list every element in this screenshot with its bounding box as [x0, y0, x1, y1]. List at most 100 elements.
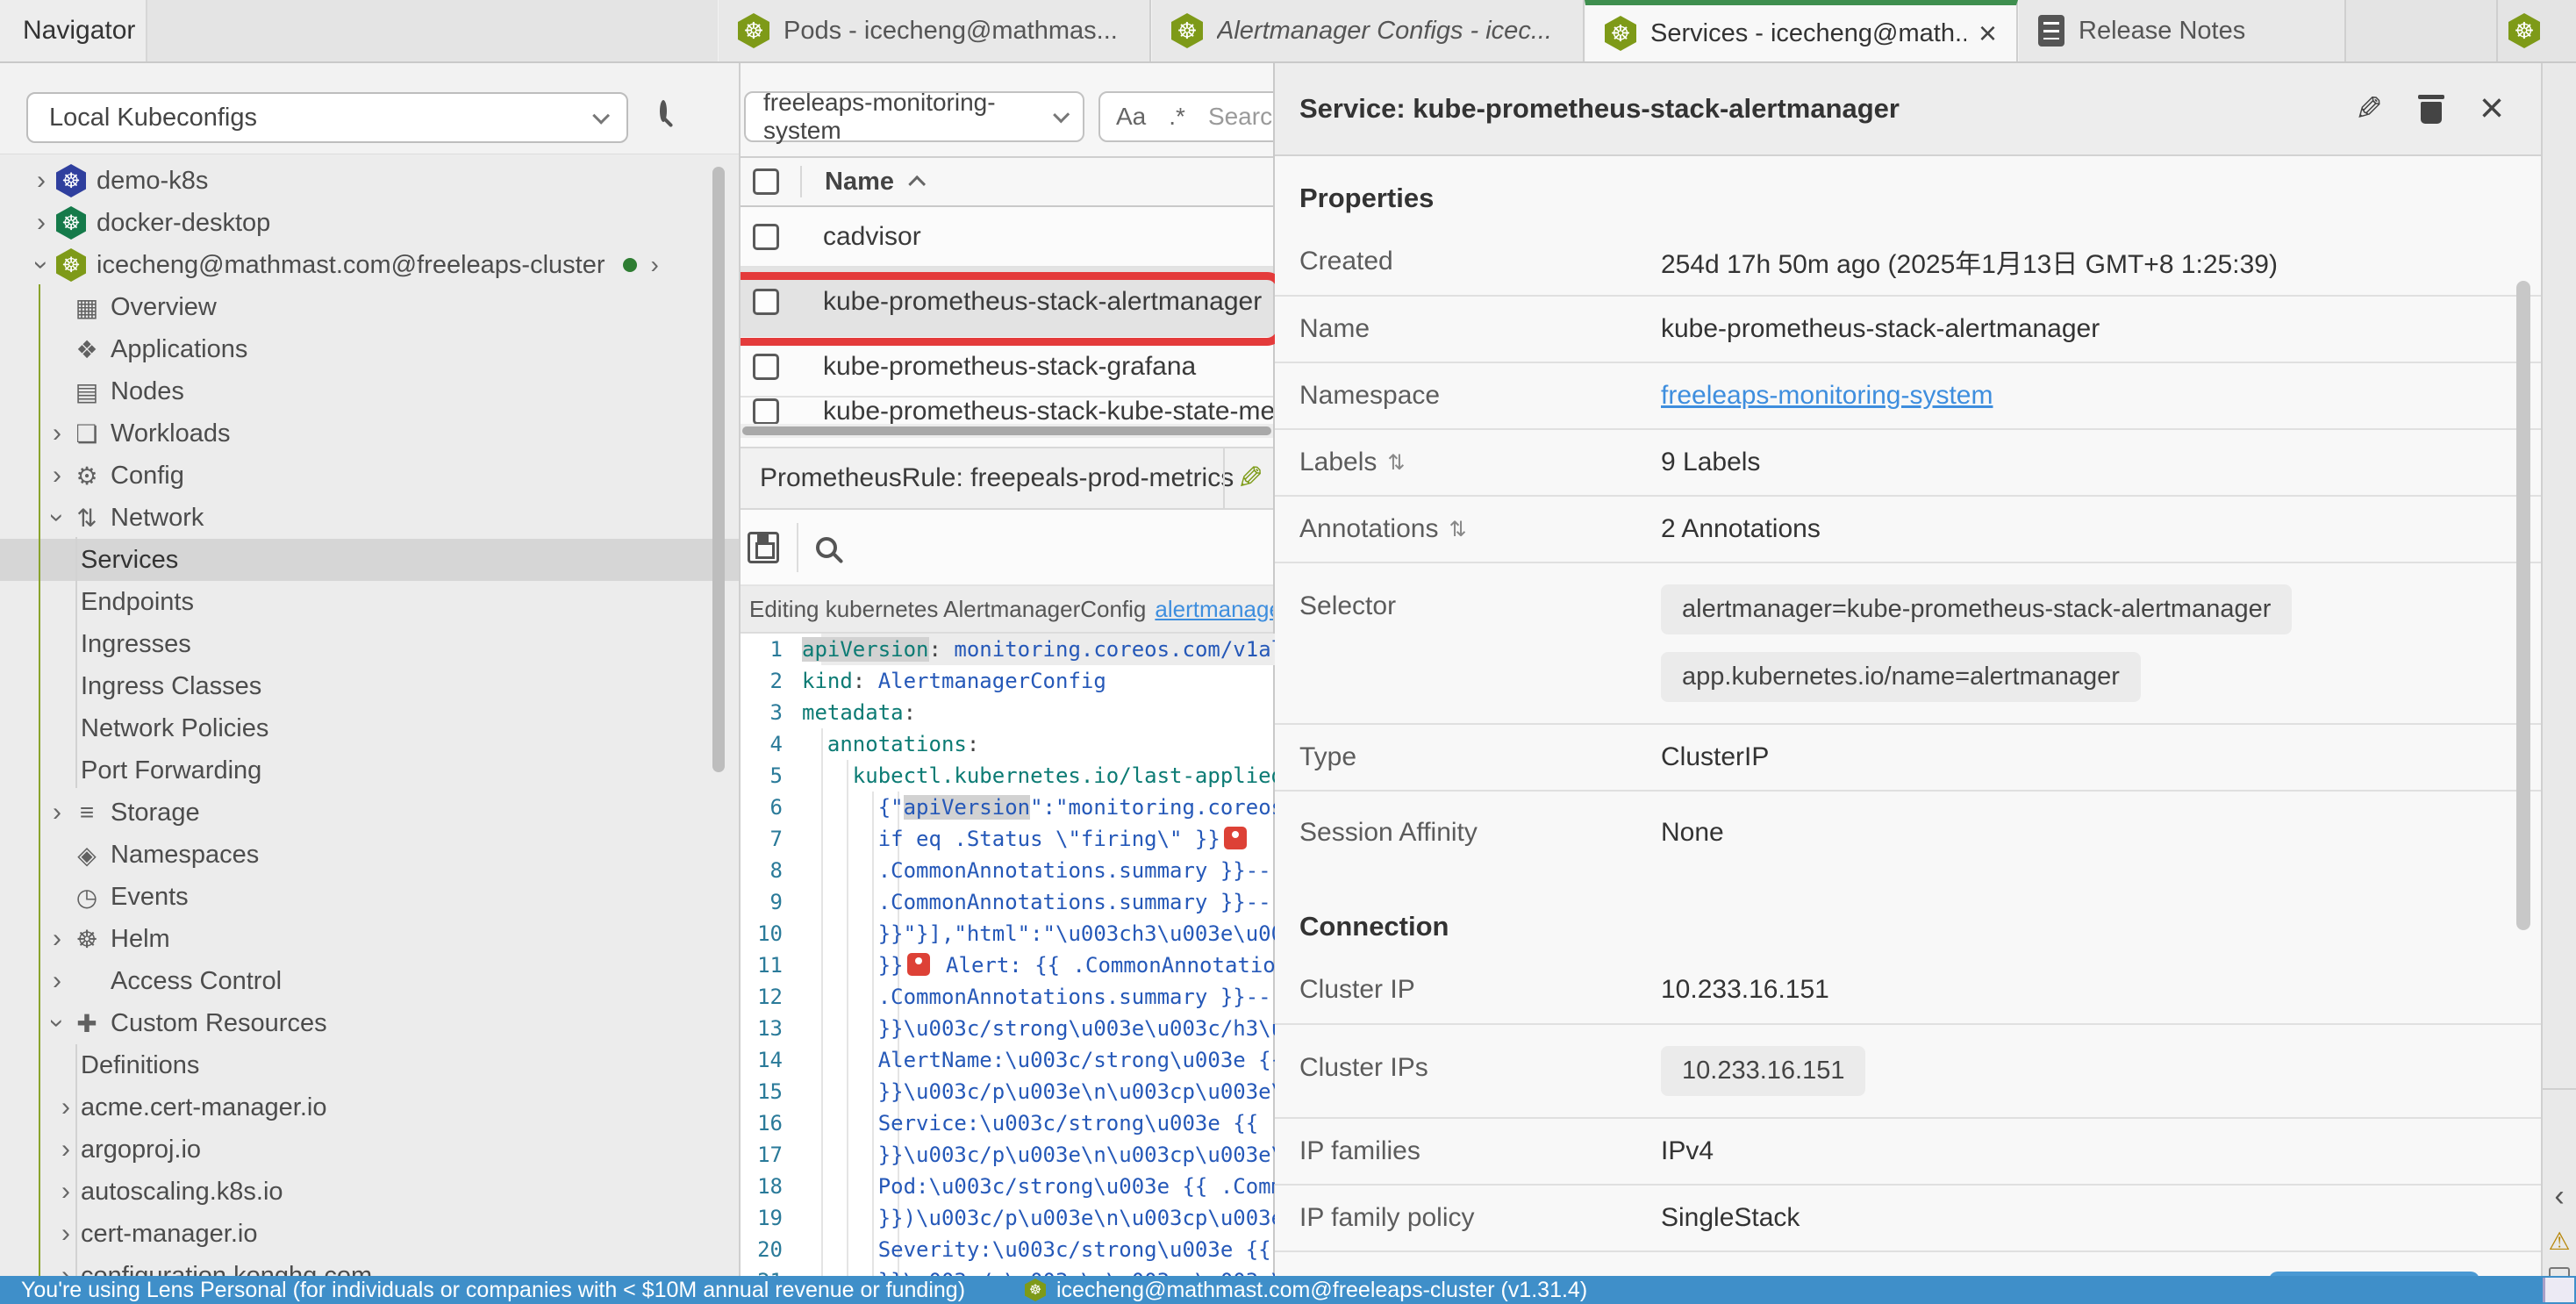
sidebar-item-namespaces[interactable]: ◈Namespaces — [0, 834, 739, 876]
table-row-kube-prometheus-stack-grafana[interactable]: kube-prometheus-stack-grafana — [741, 337, 1275, 398]
tab-release-notes[interactable]: Release Notes — [2018, 0, 2346, 61]
code-line-15[interactable]: 15 }}\u003c/p\u003e\n\u003cp\u003e\u003c… — [741, 1076, 1275, 1107]
code-line-6[interactable]: 6 {"apiVersion":"monitoring.coreos.com/v… — [741, 792, 1275, 823]
chevron-right-icon[interactable]: › — [42, 966, 72, 996]
code-line-4[interactable]: 4 annotations: — [741, 728, 1275, 760]
sidebar-item-acme-cert-manager-io[interactable]: ›acme.cert-manager.io — [0, 1086, 739, 1128]
sidebar-item-access-control[interactable]: ›Access Control — [0, 960, 739, 1002]
sidebar-item-overview[interactable]: ▦Overview — [0, 286, 739, 328]
code-line-14[interactable]: 14 AlertName:\u003c/strong\u003e {{ .Ale… — [741, 1044, 1275, 1076]
sidebar-item-workloads[interactable]: ›❏Workloads — [0, 412, 739, 455]
row-checkbox[interactable] — [753, 289, 779, 315]
code-line-21[interactable]: 21 }}\u003c/p\u003e\n\u003cp\u003e\u003c… — [741, 1265, 1275, 1276]
chevron-left-icon[interactable]: ‹ — [2543, 1179, 2576, 1214]
code-line-19[interactable]: 19 }})\u003c/p\u003e\n\u003cp\u003e\u003… — [741, 1202, 1275, 1234]
chevron-right-icon[interactable]: › — [26, 208, 56, 238]
chevron-right-icon[interactable]: › — [42, 798, 72, 828]
code-line-17[interactable]: 17 }}\u003c/p\u003e\n\u003cp\u003e\u003c… — [741, 1139, 1275, 1171]
namespace-select[interactable]: freeleaps-monitoring-system — [744, 91, 1084, 142]
chevron-right-icon[interactable]: › — [42, 924, 72, 954]
active-cluster-status[interactable]: ☸ icecheng@mathmast.com@freeleaps-cluste… — [1025, 1278, 1587, 1303]
regex-icon[interactable]: .* — [1169, 103, 1185, 131]
chevron-right-icon[interactable]: › — [42, 461, 72, 491]
tab-close-icon[interactable]: × — [1966, 18, 1997, 49]
table-row-kube-prometheus-stack-kube-state-metrics[interactable]: kube-prometheus-stack-kube-state-metrics — [741, 398, 1275, 426]
sidebar-item-autoscaling-k8s-io[interactable]: ›autoscaling.k8s.io — [0, 1171, 739, 1213]
close-icon[interactable]: × — [2479, 88, 2504, 130]
sidebar-item-custom-resources[interactable]: ›✚Custom Resources — [0, 1002, 739, 1044]
chevron-down-icon[interactable]: › — [42, 1008, 72, 1038]
sidebar-item-argoproj-io[interactable]: ›argoproj.io — [0, 1128, 739, 1171]
sidebar-item-applications[interactable]: ❖Applications — [0, 328, 739, 370]
sidebar-scrollbar[interactable] — [712, 167, 725, 772]
name-column-header[interactable]: Name — [825, 168, 894, 197]
alertmanagerconfig-link[interactable]: alertmanager — [1155, 596, 1275, 623]
code-line-16[interactable]: 16 Service:\u003c/strong\u003e {{ .Commo… — [741, 1107, 1275, 1139]
tab-services-icecheng-math[interactable]: ☸Services - icecheng@math...× — [1585, 0, 2018, 61]
sidebar-item-icecheng-mathmast-com-freeleaps-cluster[interactable]: ›☸icecheng@mathmast.com@freeleaps-cluste… — [0, 244, 739, 286]
sidebar-item-nodes[interactable]: ▤Nodes — [0, 370, 739, 412]
sidebar-item-storage[interactable]: ›≡Storage — [0, 792, 739, 834]
row-checkbox[interactable] — [753, 224, 779, 250]
match-case-icon[interactable]: Aa — [1116, 103, 1146, 131]
table-row-cadvisor[interactable]: cadvisor — [741, 207, 1275, 268]
code-line-5[interactable]: 5 kubectl.kubernetes.io/last-applied-con… — [741, 760, 1275, 792]
tab-pods-icecheng-mathmas[interactable]: ☸Pods - icecheng@mathmas... — [718, 0, 1151, 61]
sidebar-item-demo-k8s[interactable]: ›☸demo-k8s — [0, 160, 739, 202]
save-icon[interactable] — [748, 532, 779, 563]
yaml-editor[interactable]: 1apiVersion: monitoring.coreos.com/v1alp… — [741, 634, 1275, 1276]
row-checkbox[interactable] — [753, 354, 779, 380]
tab-alertmanager-configs-icec[interactable]: ☸Alertmanager Configs - icec... — [1151, 0, 1585, 61]
edit-icon[interactable]: ✎ — [1237, 460, 1263, 497]
sidebar-item-definitions[interactable]: Definitions — [0, 1044, 739, 1086]
code-line-1[interactable]: 1apiVersion: monitoring.coreos.com/v1alp… — [741, 634, 1275, 665]
sidebar-item-port-forwarding[interactable]: Port Forwarding — [0, 749, 739, 792]
code-line-13[interactable]: 13 }}\u003c/strong\u003e\u003c/h3\u003e\… — [741, 1013, 1275, 1044]
sidebar-item-configuration-konghq-com[interactable]: ›configuration.konghq.com — [0, 1255, 739, 1276]
chevron-right-icon[interactable]: › — [651, 251, 659, 279]
code-line-18[interactable]: 18 Pod:\u003c/strong\u003e {{ .CommonLab… — [741, 1171, 1275, 1202]
sidebar-item-ingresses[interactable]: Ingresses — [0, 623, 739, 665]
code-line-3[interactable]: 3metadata: — [741, 697, 1275, 728]
edit-icon[interactable]: ✎ — [2355, 90, 2383, 129]
sort-toggle-icon[interactable]: ⇅ — [1449, 517, 1466, 542]
code-line-11[interactable]: 11 }} Alert: {{ .CommonAnnotations.summa… — [741, 949, 1275, 981]
sidebar-item-network-policies[interactable]: Network Policies — [0, 707, 739, 749]
chevron-right-icon[interactable]: › — [42, 419, 72, 448]
horizontal-scrollbar[interactable] — [741, 424, 1275, 438]
warning-icon[interactable]: ⚠ — [2543, 1227, 2576, 1256]
row-checkbox[interactable] — [753, 398, 779, 425]
table-row-kube-prometheus-stack-alertmanager[interactable]: kube-prometheus-stack-alertmanager — [741, 268, 1275, 337]
scrollbar-thumb[interactable] — [742, 426, 1271, 435]
statusbar-corner-widget — [2543, 1278, 2574, 1302]
delete-icon[interactable] — [2418, 92, 2444, 125]
chevron-down-icon[interactable]: › — [42, 503, 72, 533]
sidebar-item-network[interactable]: ›⇅Network — [0, 497, 739, 539]
code-line-10[interactable]: 10 }}"}],"html":"\u003ch3\u003e\u003cstr… — [741, 918, 1275, 949]
chevron-right-icon[interactable]: › — [26, 166, 56, 196]
editor-search-icon[interactable] — [816, 537, 837, 558]
sidebar-item-helm[interactable]: ›☸Helm — [0, 918, 739, 960]
code-line-7[interactable]: 7 if eq .Status \"firing\" }} — [741, 823, 1275, 855]
sidebar-item-config[interactable]: ›⚙Config — [0, 455, 739, 497]
sidebar-item-events[interactable]: ◷Events — [0, 876, 739, 918]
code-line-12[interactable]: 12 .CommonAnnotations.summary }}-- — [741, 981, 1275, 1013]
chevron-down-icon[interactable]: › — [26, 250, 56, 280]
search-icon[interactable] — [660, 104, 667, 119]
tab-partial[interactable]: ☸ — [2496, 0, 2576, 61]
select-all-checkbox[interactable] — [753, 168, 779, 195]
drawer-scrollbar[interactable] — [2516, 281, 2530, 930]
code-line-9[interactable]: 9 .CommonAnnotations.summary }}-- — [741, 886, 1275, 918]
sidebar-item-cert-manager-io[interactable]: ›cert-manager.io — [0, 1213, 739, 1255]
code-line-8[interactable]: 8 .CommonAnnotations.summary }}-- — [741, 855, 1275, 886]
sidebar-item-ingress-classes[interactable]: Ingress Classes — [0, 665, 739, 707]
sort-toggle-icon[interactable]: ⇅ — [1387, 450, 1405, 476]
sidebar-item-docker-desktop[interactable]: ›☸docker-desktop — [0, 202, 739, 244]
sidebar-item-services[interactable]: Services — [0, 539, 739, 581]
code-line-2[interactable]: 2kind: AlertmanagerConfig — [741, 665, 1275, 697]
sidebar-item-endpoints[interactable]: Endpoints — [0, 581, 739, 623]
code-line-20[interactable]: 20 Severity:\u003c/strong\u003e {{ .Comm… — [741, 1234, 1275, 1265]
namespace-link[interactable]: freeleaps-monitoring-system — [1661, 381, 1993, 411]
kubeconfig-select[interactable]: Local Kubeconfigs — [26, 92, 628, 143]
search-input[interactable]: Aa .* Search — [1098, 91, 1275, 142]
